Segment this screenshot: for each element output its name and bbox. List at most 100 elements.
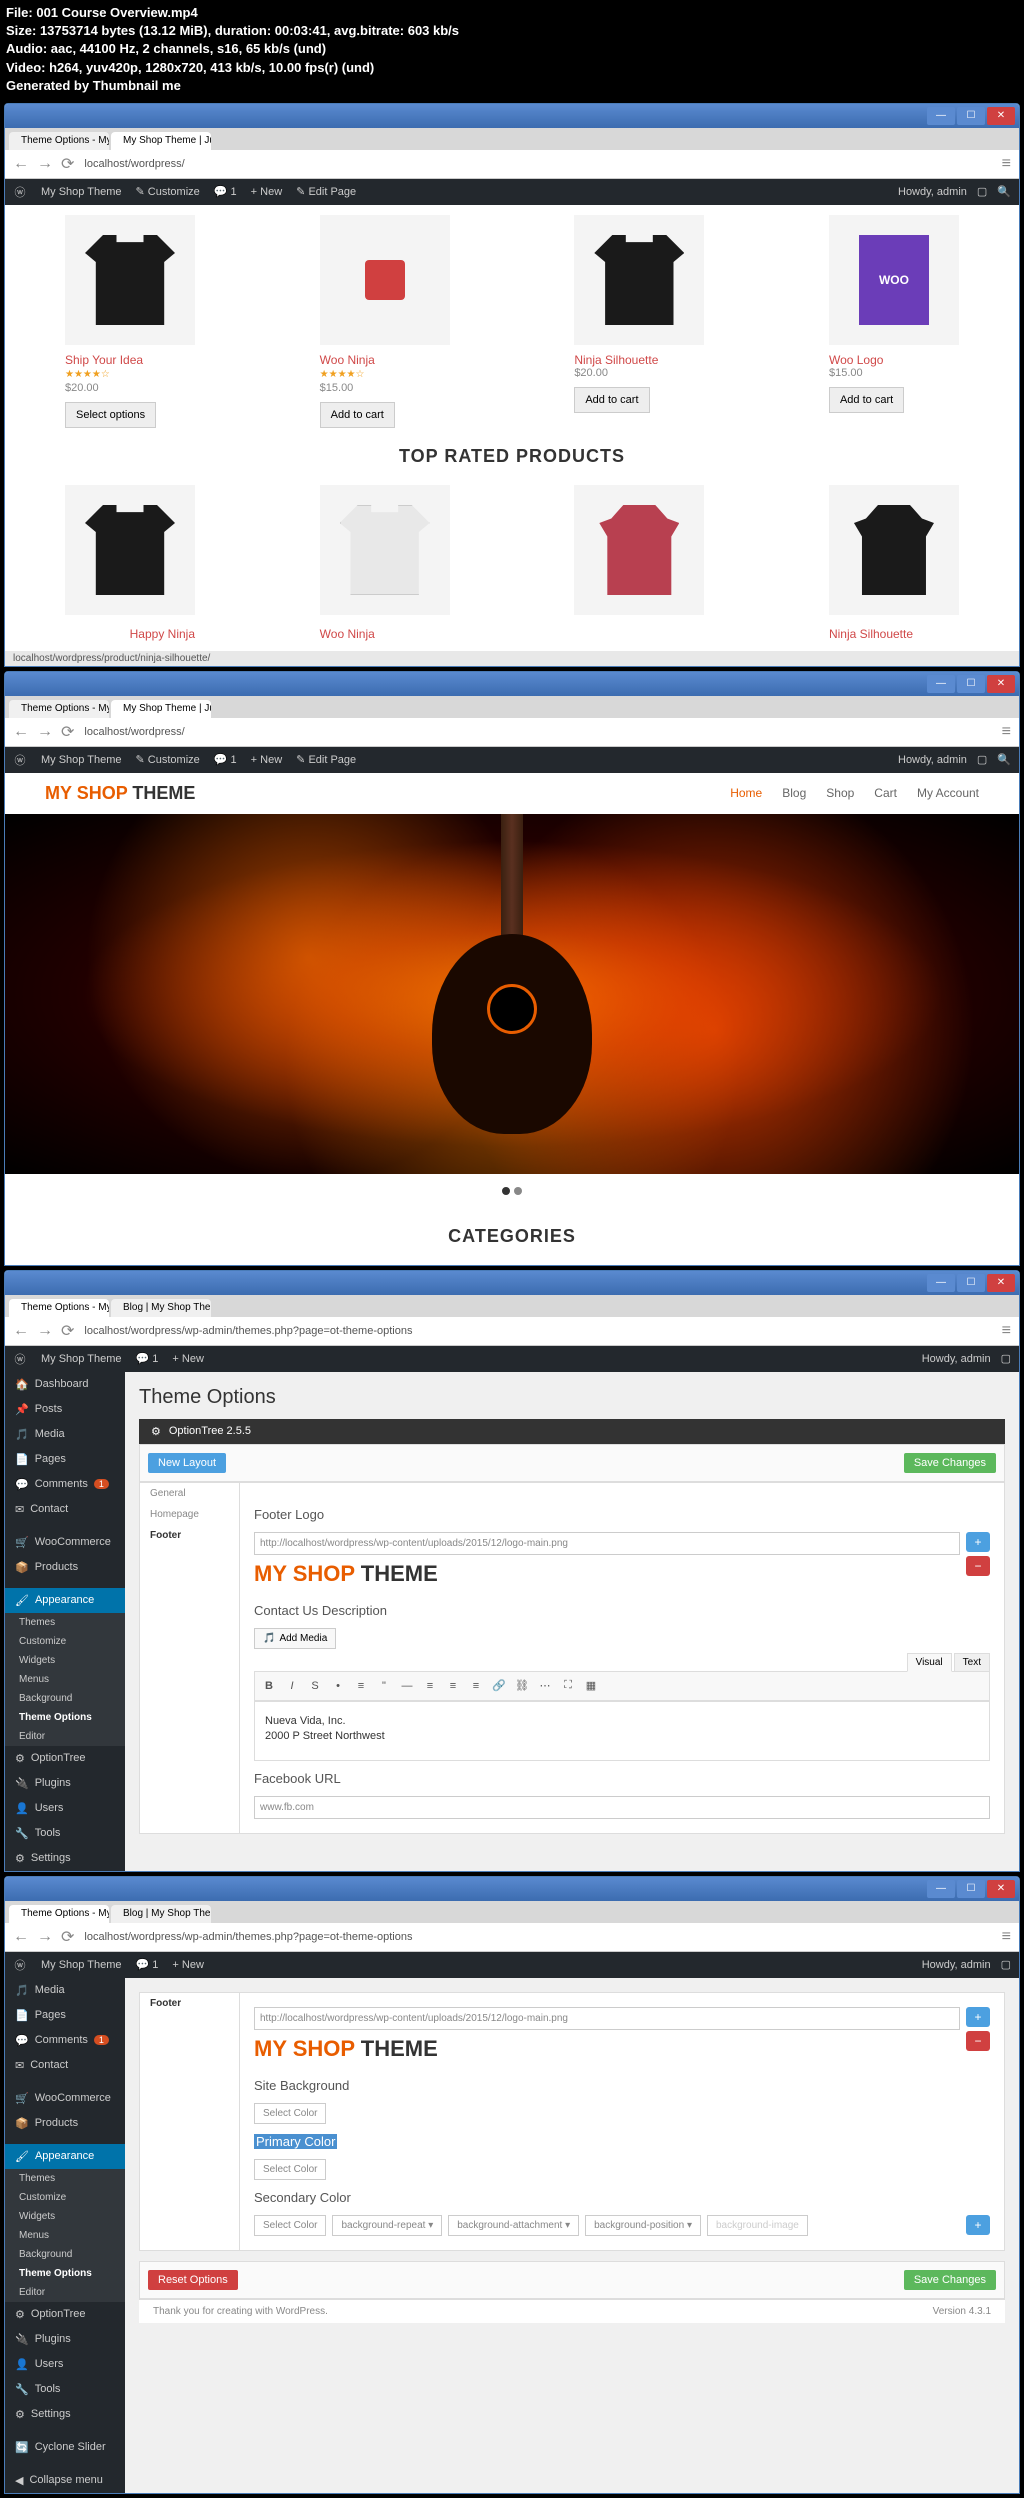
link-icon[interactable]: 🔗 (488, 1675, 510, 1697)
sidebar-item-pages[interactable]: 📄 Pages (5, 2003, 125, 2028)
product-name[interactable]: Happy Ninja (65, 627, 195, 641)
forward-icon[interactable]: → (37, 1928, 53, 1946)
wordpress-icon[interactable]: ⓦ (13, 185, 27, 199)
sidebar-sub-menus[interactable]: Menus (5, 1670, 125, 1689)
select-options-button[interactable]: Select options (65, 402, 156, 428)
sidebar-sub-menus[interactable]: Menus (5, 2226, 125, 2245)
hero-slider[interactable] (5, 814, 1019, 1174)
comments-link[interactable]: 💬 1 (136, 1352, 159, 1365)
visual-tab[interactable]: Visual (907, 1653, 952, 1672)
sidebar-item-media[interactable]: 🎵 Media (5, 1978, 125, 2003)
kitchen-sink-icon[interactable]: ▦ (580, 1675, 602, 1697)
italic-icon[interactable]: I (281, 1675, 303, 1697)
remove-icon[interactable]: − (966, 1556, 990, 1576)
sidebar-item-settings[interactable]: ⚙ Settings (5, 2402, 125, 2427)
product-name[interactable]: Woo Ninja (320, 627, 450, 641)
back-icon[interactable]: ← (13, 723, 29, 741)
back-icon[interactable]: ← (13, 1322, 29, 1340)
menu-icon[interactable]: ≡ (1002, 723, 1011, 741)
reload-icon[interactable]: ⟳ (61, 1927, 74, 1947)
add-to-cart-button[interactable]: Add to cart (829, 387, 904, 413)
product-card[interactable] (829, 485, 959, 615)
edit-page-link[interactable]: ✎ Edit Page (296, 185, 356, 198)
product-card[interactable] (65, 485, 195, 615)
add-media-button[interactable]: 🎵Add Media (254, 1628, 336, 1649)
product-name[interactable]: Ninja Silhouette (574, 353, 704, 367)
site-name[interactable]: My Shop Theme (41, 754, 122, 766)
browser-tab[interactable]: My Shop Theme | Ju...× (111, 700, 211, 718)
address-input[interactable]: localhost/wordpress/wp-admin/themes.php?… (82, 1323, 993, 1339)
sidebar-item-woocommerce[interactable]: 🛒 WooCommerce (5, 2086, 125, 2111)
avatar[interactable]: ▢ (1001, 1958, 1011, 1971)
site-name[interactable]: My Shop Theme (41, 1353, 122, 1365)
fullscreen-icon[interactable]: ⛶ (557, 1675, 579, 1697)
sidebar-item-woocommerce[interactable]: 🛒 WooCommerce (5, 1530, 125, 1555)
add-icon[interactable]: + (966, 1532, 990, 1552)
product-name[interactable]: Ninja Silhouette (829, 627, 959, 641)
browser-tab[interactable]: Blog | My Shop The...× (111, 1299, 211, 1317)
window-minimize[interactable]: — (927, 107, 955, 125)
reload-icon[interactable]: ⟳ (61, 722, 74, 742)
sidebar-item-products[interactable]: 📦 Products (5, 1555, 125, 1580)
sidebar-item-comments[interactable]: 💬 Comments 1 (5, 2028, 125, 2053)
new-link[interactable]: + New (251, 754, 283, 766)
sidebar-item-plugins[interactable]: 🔌 Plugins (5, 2327, 125, 2352)
product-name[interactable]: Woo Ninja (320, 353, 450, 367)
window-close[interactable]: ✕ (987, 1880, 1015, 1898)
new-link[interactable]: + New (172, 1959, 204, 1971)
nav-home[interactable]: Home (730, 786, 762, 800)
window-minimize[interactable]: — (927, 675, 955, 693)
nav-shop[interactable]: Shop (826, 786, 854, 800)
product-name[interactable]: Woo Logo (829, 353, 959, 367)
sidebar-sub-widgets[interactable]: Widgets (5, 2207, 125, 2226)
sidebar-sub-editor[interactable]: Editor (5, 1727, 125, 1746)
browser-tab[interactable]: Blog | My Shop The...× (111, 1905, 211, 1923)
site-logo[interactable]: MY SHOP THEME (45, 783, 195, 804)
numlist-icon[interactable]: ≡ (350, 1675, 372, 1697)
product-card[interactable] (320, 485, 450, 615)
ot-tab-general[interactable]: General (140, 1483, 239, 1504)
quote-icon[interactable]: " (373, 1675, 395, 1697)
product-name[interactable]: Ship Your Idea (65, 353, 195, 367)
menu-icon[interactable]: ≡ (1002, 155, 1011, 173)
site-name[interactable]: My Shop Theme (41, 186, 122, 198)
window-maximize[interactable]: ☐ (957, 675, 985, 693)
browser-tab[interactable]: Theme Options - My (9, 1905, 109, 1923)
collapse-menu[interactable]: ◀ Collapse menu (5, 2468, 125, 2493)
browser-tab[interactable]: Theme Options - My (9, 700, 109, 718)
window-maximize[interactable]: ☐ (957, 1274, 985, 1292)
new-link[interactable]: + New (251, 186, 283, 198)
forward-icon[interactable]: → (37, 155, 53, 173)
window-close[interactable]: ✕ (987, 1274, 1015, 1292)
new-link[interactable]: + New (172, 1353, 204, 1365)
bg-repeat-select[interactable]: background-repeat ▾ (332, 2215, 442, 2236)
sidebar-item-media[interactable]: 🎵 Media (5, 1422, 125, 1447)
bold-icon[interactable]: B (258, 1675, 280, 1697)
sidebar-sub-customize[interactable]: Customize (5, 1632, 125, 1651)
product-card[interactable]: Ship Your Idea ★★★★☆ $20.00 Select optio… (65, 215, 195, 428)
search-icon[interactable]: 🔍 (997, 185, 1011, 198)
comments-link[interactable]: 💬 1 (214, 185, 237, 198)
wordpress-icon[interactable]: ⓦ (13, 753, 27, 767)
hr-icon[interactable]: — (396, 1675, 418, 1697)
sidebar-item-users[interactable]: 👤 Users (5, 1796, 125, 1821)
sidebar-sub-background[interactable]: Background (5, 1689, 125, 1708)
address-input[interactable]: localhost/wordpress/ (82, 156, 993, 172)
add-to-cart-button[interactable]: Add to cart (574, 387, 649, 413)
strike-icon[interactable]: S (304, 1675, 326, 1697)
sidebar-sub-editor[interactable]: Editor (5, 2283, 125, 2302)
address-input[interactable]: localhost/wordpress/wp-admin/themes.php?… (82, 1929, 993, 1945)
add-to-cart-button[interactable]: Add to cart (320, 402, 395, 428)
logo-url-input[interactable] (254, 2007, 960, 2030)
bullet-icon[interactable]: • (327, 1675, 349, 1697)
sidebar-item-comments[interactable]: 💬 Comments 1 (5, 1472, 125, 1497)
sidebar-item-settings[interactable]: ⚙ Settings (5, 1846, 125, 1871)
sidebar-item-optiontree[interactable]: ⚙ OptionTree (5, 1746, 125, 1771)
reload-icon[interactable]: ⟳ (61, 154, 74, 174)
sidebar-sub-widgets[interactable]: Widgets (5, 1651, 125, 1670)
sidebar-sub-themes[interactable]: Themes (5, 2169, 125, 2188)
bg-attach-select[interactable]: background-attachment ▾ (448, 2215, 579, 2236)
product-card[interactable] (574, 485, 704, 615)
nav-blog[interactable]: Blog (782, 786, 806, 800)
nav-account[interactable]: My Account (917, 786, 979, 800)
